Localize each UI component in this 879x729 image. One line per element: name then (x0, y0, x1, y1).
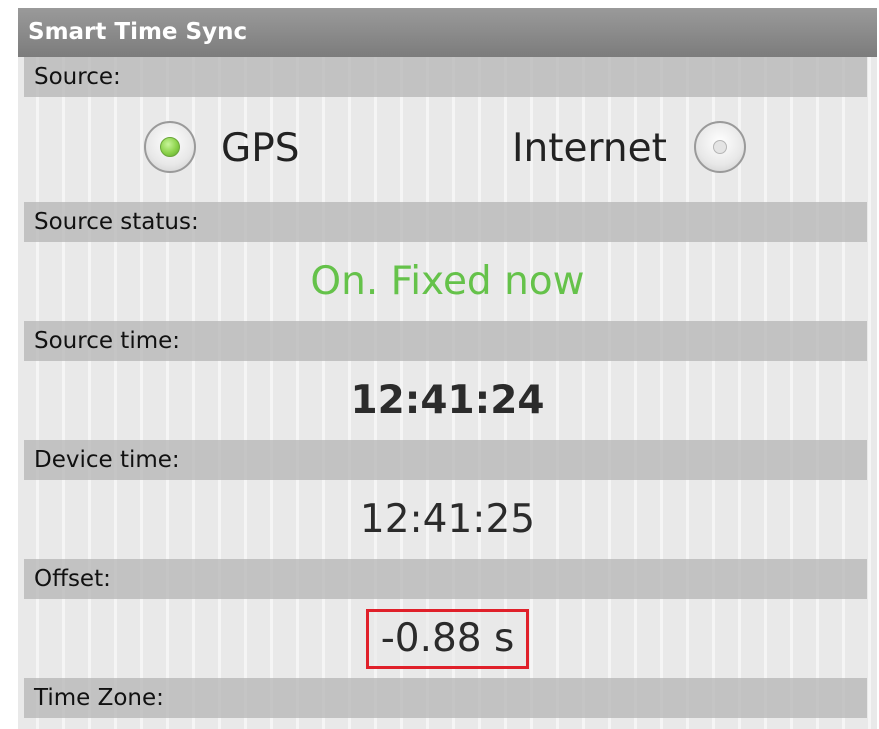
time-zone-header-label: Time Zone: (34, 685, 164, 711)
source-time-header-label: Source time: (34, 328, 181, 354)
internet-radio-label[interactable]: Internet (512, 123, 667, 175)
internet-radio-button[interactable] (694, 121, 746, 173)
device-time-header: Device time: (24, 440, 867, 480)
app-window: Smart Time Sync Source: GPS Internet Sou… (18, 8, 877, 729)
source-status-value: On. Fixed now (310, 259, 585, 304)
app-title-bar: Smart Time Sync (18, 8, 877, 57)
offset-header: Offset: (24, 559, 867, 599)
source-radio-group: GPS Internet (18, 97, 877, 202)
radio-checked-icon (160, 137, 180, 157)
app-title: Smart Time Sync (28, 19, 248, 45)
radio-unchecked-icon (713, 140, 727, 154)
offset-row: -0.88 s (18, 599, 877, 678)
device-time-header-label: Device time: (34, 447, 180, 473)
gps-radio-button[interactable] (144, 121, 196, 173)
device-time-value: 12:41:25 (359, 497, 536, 542)
source-status-row: On. Fixed now (18, 242, 877, 321)
source-status-header-label: Source status: (34, 209, 199, 235)
source-time-header: Source time: (24, 321, 867, 361)
offset-value: -0.88 s (365, 609, 530, 669)
source-time-row: 12:41:24 (18, 361, 877, 440)
gps-radio-label[interactable]: GPS (221, 123, 300, 175)
time-zone-header: Time Zone: (24, 678, 867, 718)
device-time-row: 12:41:25 (18, 480, 877, 559)
source-header: Source: (24, 57, 867, 97)
offset-header-label: Offset: (34, 566, 111, 592)
source-status-header: Source status: (24, 202, 867, 242)
source-time-value: 12:41:24 (350, 378, 545, 423)
source-header-label: Source: (34, 64, 121, 90)
